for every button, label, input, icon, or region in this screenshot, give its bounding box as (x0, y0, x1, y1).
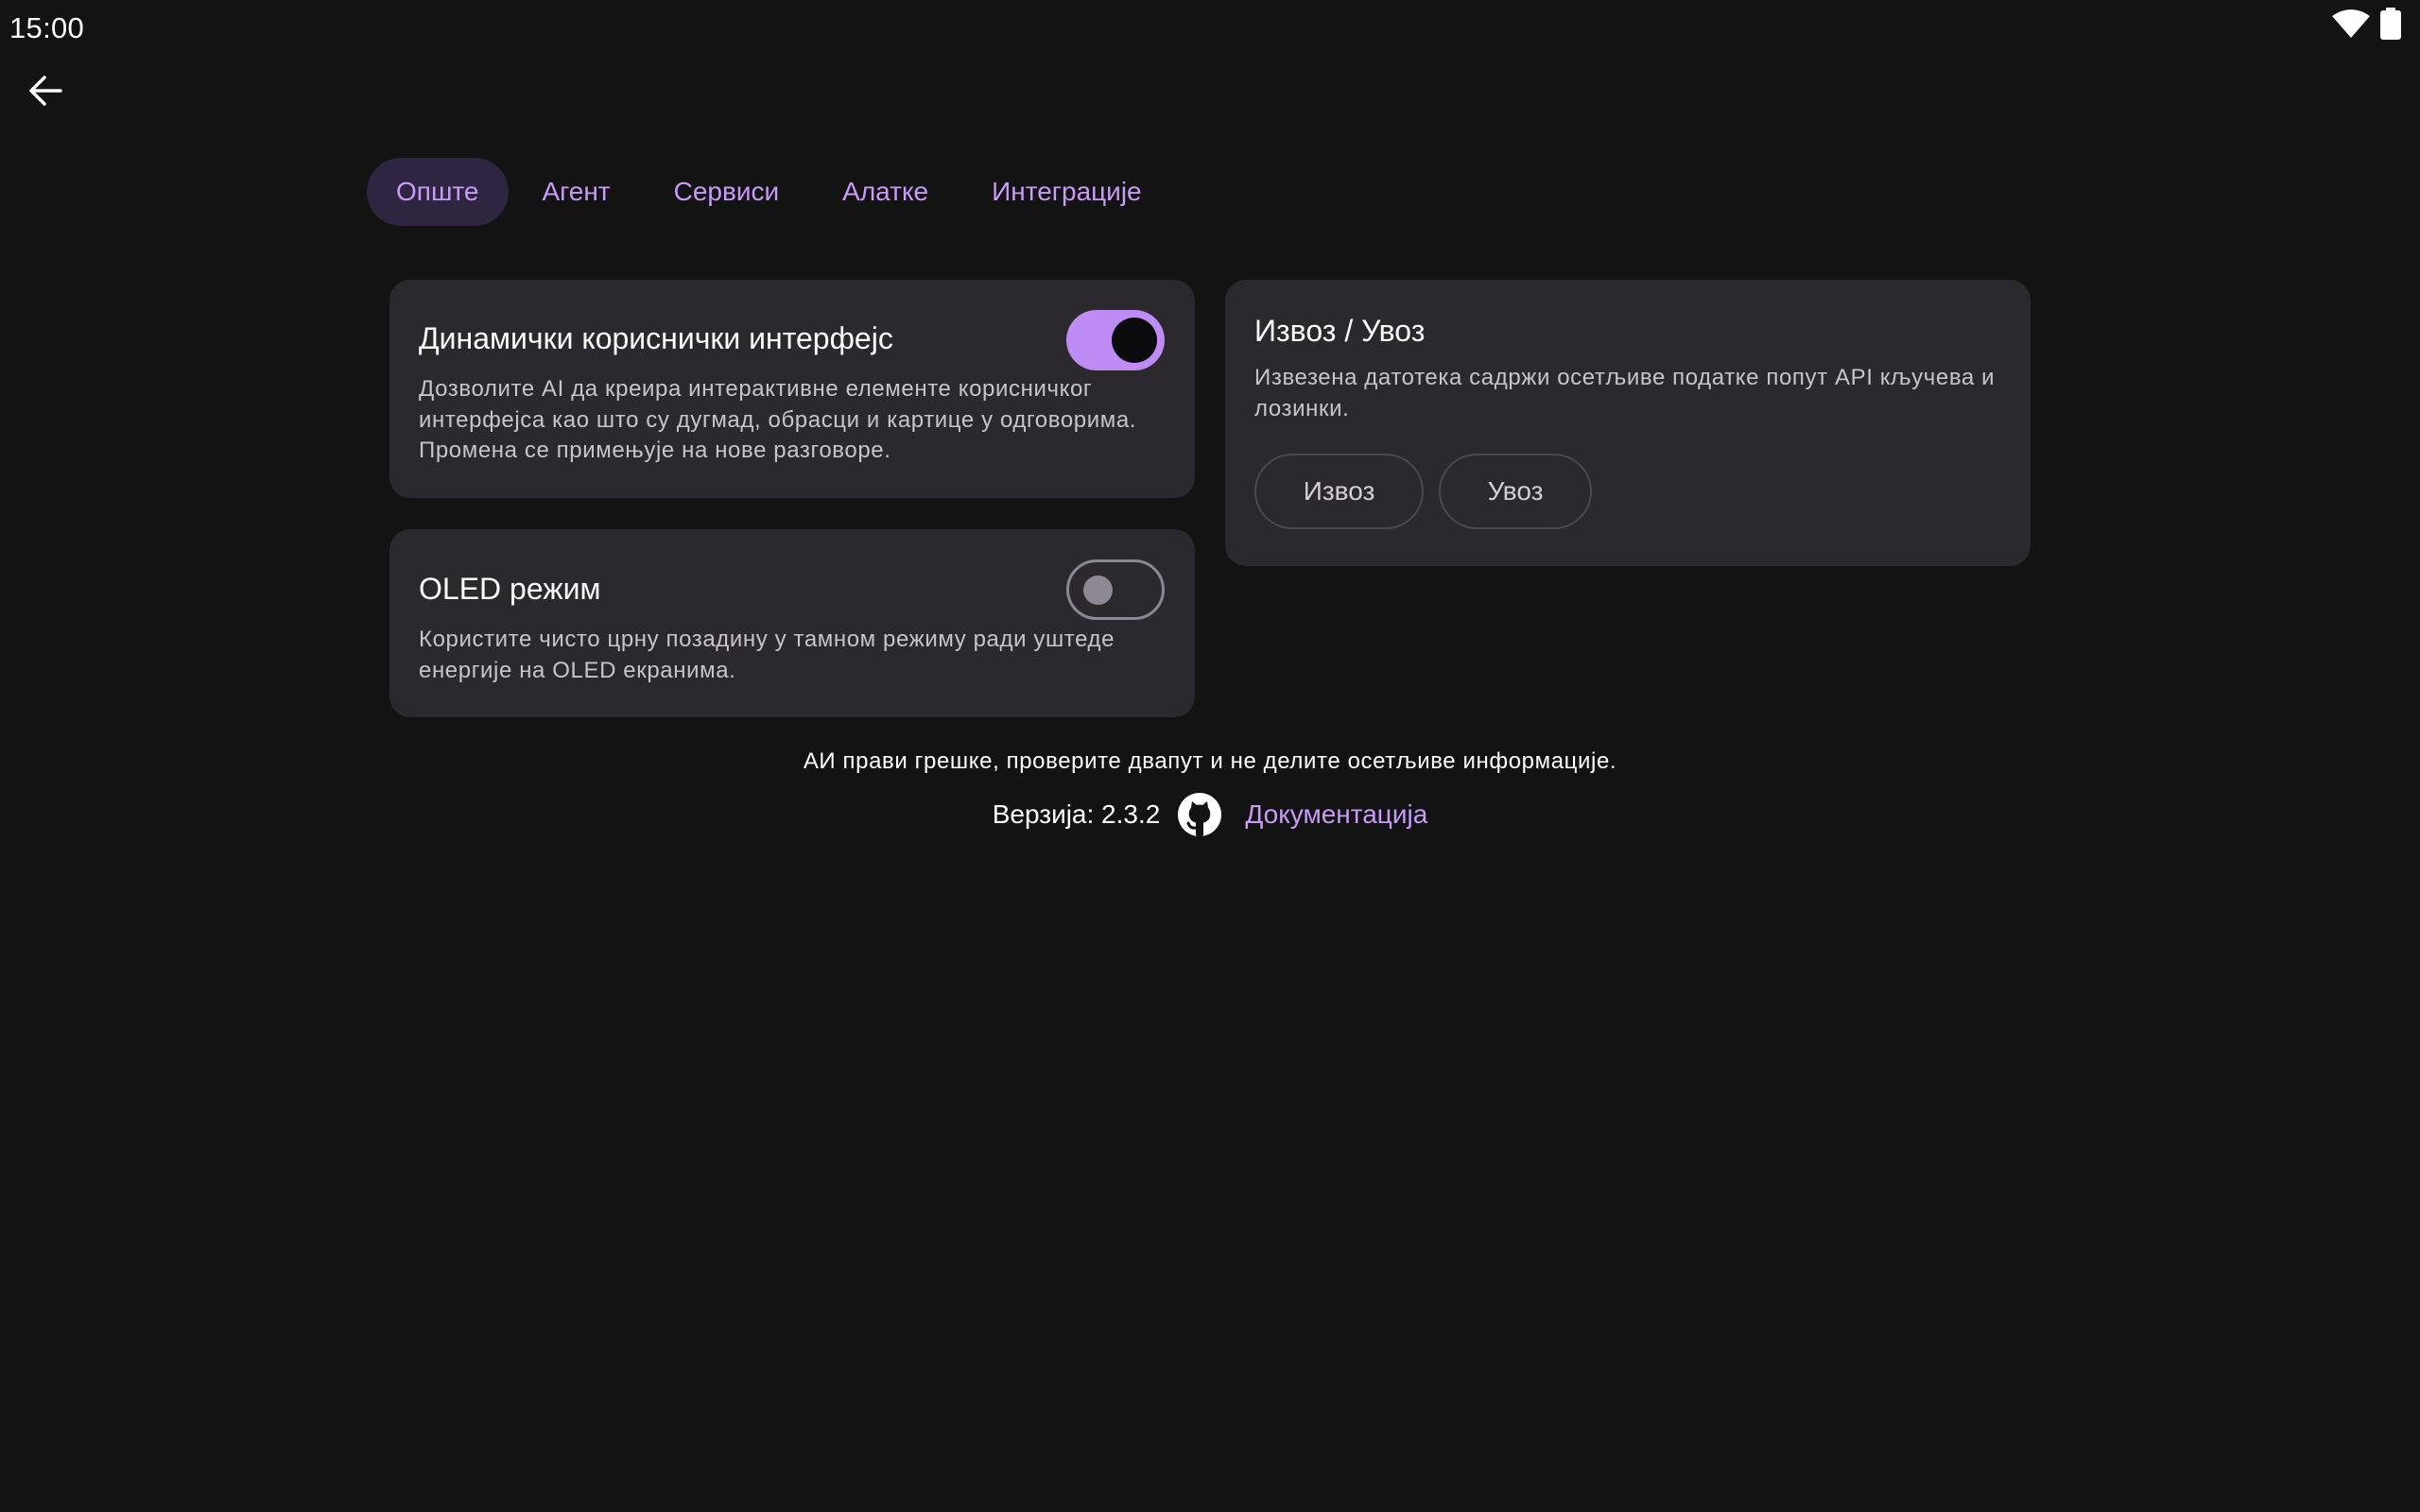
documentation-link[interactable]: Документација (1245, 799, 1427, 830)
ai-disclaimer: АИ прави грешке, проверите двапут и не д… (803, 748, 1617, 774)
tab-integrations[interactable]: Интеграције (962, 158, 1171, 226)
tab-general[interactable]: Опште (367, 158, 509, 226)
oled-toggle[interactable] (1066, 559, 1165, 620)
export-import-description: Извезена датотека садржи осетљиве податк… (1254, 365, 1996, 421)
dynamic-ui-toggle[interactable] (1066, 310, 1165, 370)
dynamic-ui-card: Динамички кориснички интерфејс Дозволите… (389, 280, 1195, 498)
dynamic-ui-title: Динамички кориснички интерфејс (419, 321, 893, 355)
settings-tabs: Опште Агент Сервиси Алатке Интеграције (367, 158, 1171, 226)
export-button[interactable]: Извоз (1254, 454, 1424, 529)
dynamic-ui-description: Дозволите AI да креира интерактивне елем… (419, 376, 1137, 463)
import-button[interactable]: Увоз (1439, 454, 1592, 529)
arrow-left-icon (28, 75, 62, 112)
tab-services[interactable]: Сервиси (645, 158, 809, 226)
wifi-icon (2331, 9, 2371, 43)
oled-title: OLED режим (419, 572, 601, 606)
status-time: 15:00 (9, 11, 85, 44)
back-button[interactable] (17, 64, 74, 121)
oled-description: Користите чисто црну позадину у тамном р… (419, 627, 1115, 683)
github-icon[interactable] (1177, 792, 1222, 837)
toggle-knob (1112, 318, 1157, 363)
export-import-title: Извоз / Увоз (1254, 314, 1426, 348)
toggle-knob (1083, 576, 1113, 605)
footer-row: Верзија: 2.3.2 Документација (0, 792, 2420, 837)
app-version: Верзија: 2.3.2 (992, 799, 1161, 829)
status-icons (2331, 8, 2401, 44)
tab-tools[interactable]: Алатке (813, 158, 958, 226)
battery-icon (2380, 8, 2401, 44)
oled-card: OLED режим Користите чисто црну позадину… (389, 529, 1195, 717)
export-import-card: Извоз / Увоз Извезена датотека садржи ос… (1225, 280, 2031, 566)
tab-agent[interactable]: Агент (513, 158, 640, 226)
